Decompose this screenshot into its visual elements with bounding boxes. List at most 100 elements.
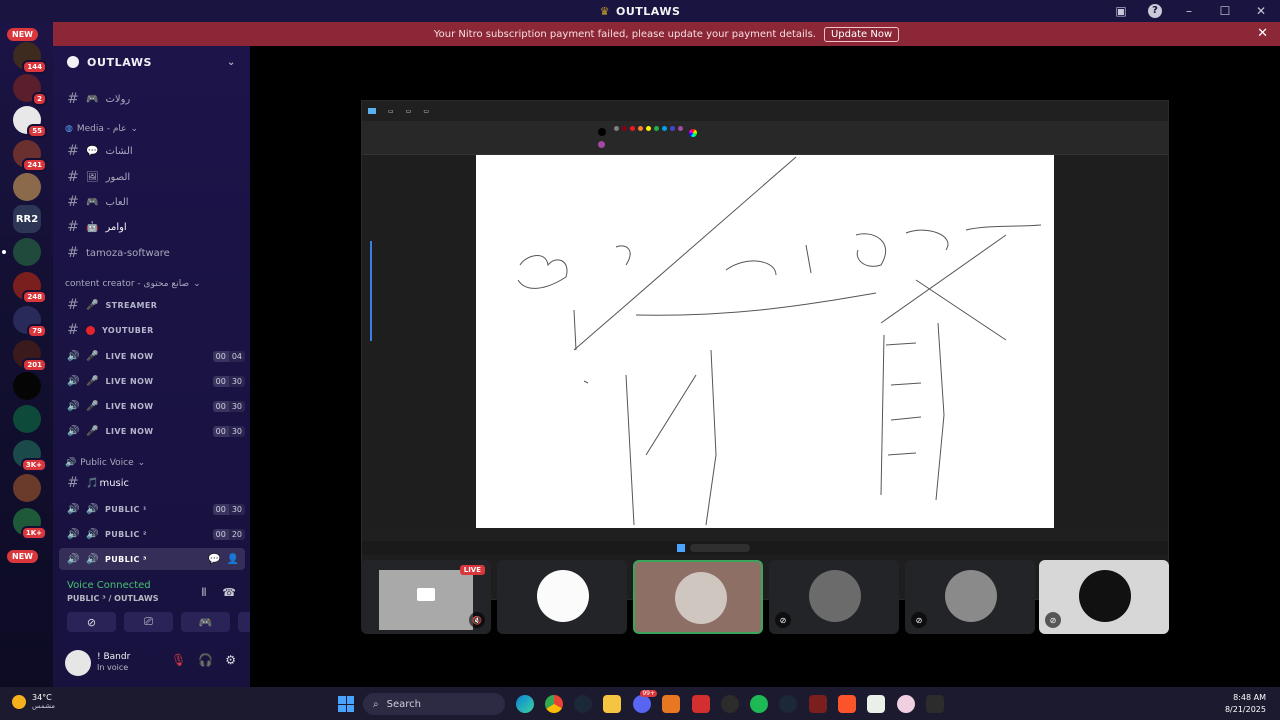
taskbar-search[interactable]: ⌕ Search bbox=[363, 693, 505, 715]
hashtag-icon: # bbox=[67, 91, 79, 107]
voice-channel-live-now[interactable]: 🔊 🎤 LIVE NOW 00 30 bbox=[59, 395, 245, 417]
help-icon[interactable]: ? bbox=[1148, 4, 1162, 18]
voice-channel-public-3[interactable]: 🔊 🔊 PUBLIC ³ 💬 👤 bbox=[59, 548, 245, 570]
spotify-icon[interactable] bbox=[750, 695, 768, 713]
category-public-voice[interactable]: 🔊 Public Voice ⌄ bbox=[65, 458, 145, 468]
channel-youtuber[interactable]: # YOUTUBER bbox=[59, 319, 245, 341]
app-icon[interactable] bbox=[926, 695, 944, 713]
disconnect-icon[interactable]: ☎ bbox=[222, 586, 236, 600]
invite-user-icon[interactable]: 👤 bbox=[227, 554, 239, 565]
channel-images[interactable]: # 🖼 الصور bbox=[59, 166, 245, 188]
brave-icon[interactable] bbox=[838, 695, 856, 713]
camera-off-button[interactable]: ⊘ bbox=[67, 612, 116, 632]
guild-icon[interactable]: 248 bbox=[13, 272, 47, 304]
channel-music[interactable]: # 🎵 music bbox=[59, 472, 245, 494]
app-icon[interactable] bbox=[692, 695, 710, 713]
activities-button[interactable]: 🎮 bbox=[181, 612, 230, 632]
app-icon[interactable] bbox=[897, 695, 915, 713]
channel-roles[interactable]: # 🎮 رولات bbox=[59, 88, 245, 110]
guild-icon[interactable]: 3K+ bbox=[13, 440, 47, 472]
banner-close-icon[interactable]: ✕ bbox=[1257, 26, 1268, 41]
update-now-button[interactable]: Update Now bbox=[823, 26, 900, 42]
color-swatch bbox=[678, 126, 683, 131]
gear-icon[interactable]: ⚙ bbox=[225, 653, 236, 667]
stream-muted-icon[interactable]: 🔇 bbox=[469, 612, 485, 628]
discord-icon[interactable]: 99+ bbox=[633, 690, 657, 713]
minimize-button[interactable]: – bbox=[1180, 4, 1198, 18]
headphones-icon[interactable]: 🎧 bbox=[198, 653, 213, 667]
steam-icon[interactable] bbox=[779, 695, 797, 713]
server-header[interactable]: OUTLAWS ⌄ bbox=[53, 46, 250, 78]
participant-tile[interactable] bbox=[497, 560, 627, 634]
user-limit-counter: 00 30 bbox=[212, 425, 245, 437]
mic-muted-icon: ⊘ bbox=[1045, 612, 1061, 628]
participant-tile[interactable]: ⊘ bbox=[769, 560, 899, 634]
shared-screen[interactable]: ▭ ▭ ▭ bbox=[361, 100, 1169, 600]
new-badge[interactable]: NEW bbox=[7, 550, 38, 563]
windows-start-icon[interactable] bbox=[338, 696, 354, 712]
avatar bbox=[1079, 570, 1131, 622]
voice-channel-live-now[interactable]: 🔊 🎤 LIVE NOW 00 30 bbox=[59, 420, 245, 442]
microphone-icon: 🎤 bbox=[86, 400, 99, 412]
guild-icon[interactable] bbox=[13, 238, 41, 266]
guild-icon[interactable]: 241 bbox=[13, 140, 47, 172]
guild-icon[interactable]: 201 bbox=[13, 340, 47, 372]
app-icon[interactable] bbox=[809, 695, 827, 713]
guild-icon[interactable]: 79 bbox=[13, 306, 47, 338]
chat-icon[interactable]: 💬 bbox=[208, 554, 220, 565]
app-icon[interactable] bbox=[721, 695, 739, 713]
file-explorer-icon[interactable] bbox=[603, 695, 621, 713]
voice-location[interactable]: PUBLIC ³ / OUTLAWS bbox=[67, 594, 158, 603]
username[interactable]: ! Bandr bbox=[97, 652, 130, 662]
mic-muted-icon[interactable]: 🎙 bbox=[171, 653, 186, 667]
share-screen-button[interactable]: ⎚ bbox=[124, 612, 173, 632]
close-window-button[interactable]: ✕ bbox=[1252, 4, 1270, 18]
channel-games[interactable]: # 🎮 العاب bbox=[59, 191, 245, 213]
avatar bbox=[945, 570, 997, 622]
weather-widget[interactable]: 34°C مشمس bbox=[12, 693, 55, 710]
guild-icon[interactable]: 144 bbox=[13, 42, 47, 74]
voice-connected-label[interactable]: Voice Connected bbox=[67, 580, 151, 591]
server-name: OUTLAWS bbox=[87, 55, 153, 69]
noise-suppression-icon[interactable]: ⦀ bbox=[201, 586, 206, 600]
steam-icon[interactable] bbox=[574, 695, 592, 713]
banner-message: Your Nitro subscription payment failed, … bbox=[433, 28, 816, 40]
guild-icon[interactable] bbox=[13, 372, 41, 400]
user-panel: ! Bandr In voice 🎙 🎧 ⚙ bbox=[53, 645, 250, 687]
inbox-icon[interactable]: ▣ bbox=[1112, 4, 1130, 18]
edge-icon[interactable] bbox=[516, 695, 534, 713]
system-clock[interactable]: 8:48 AM 8/21/2025 bbox=[1225, 692, 1266, 716]
channel-chat[interactable]: # 💬 الشات bbox=[59, 140, 245, 162]
channel-commands[interactable]: # 🤖 اوامر bbox=[59, 216, 245, 238]
voice-channel-live-now[interactable]: 🔊 🎤 LIVE NOW 00 30 bbox=[59, 370, 245, 392]
voice-channel-live-now[interactable]: 🔊 🎤 LIVE NOW 00 04 bbox=[59, 345, 245, 367]
channel-streamer[interactable]: # 🎤 STREAMER bbox=[59, 294, 245, 316]
guild-icon[interactable] bbox=[13, 173, 41, 201]
stream-preview bbox=[379, 570, 473, 630]
participant-tile[interactable]: ⊘ bbox=[1039, 560, 1169, 634]
voice-channel-public-2[interactable]: 🔊 🔊 PUBLIC ² 00 20 bbox=[59, 523, 245, 545]
search-icon: ⌕ bbox=[373, 698, 379, 710]
app-icon[interactable] bbox=[662, 695, 680, 713]
category-media[interactable]: ◍ Media - عام ⌄ bbox=[65, 124, 138, 134]
notepad-icon[interactable] bbox=[867, 695, 885, 713]
channel-tamoza-software[interactable]: # tamoza-software bbox=[59, 242, 245, 264]
guild-icon[interactable] bbox=[13, 474, 41, 502]
hashtag-icon: # bbox=[67, 143, 79, 159]
guild-icon[interactable]: 1K+ bbox=[13, 508, 47, 540]
maximize-button[interactable]: ☐ bbox=[1216, 4, 1234, 18]
guild-icon[interactable] bbox=[13, 405, 41, 433]
avatar[interactable] bbox=[65, 650, 91, 676]
participant-tile-speaking[interactable] bbox=[633, 560, 763, 634]
new-badge[interactable]: NEW bbox=[7, 28, 38, 41]
guild-icon[interactable]: 55 bbox=[13, 106, 47, 138]
guild-rr2[interactable]: RR2 bbox=[13, 205, 41, 233]
paint-menu-item: ▭ bbox=[423, 107, 430, 115]
chrome-icon[interactable] bbox=[545, 695, 563, 713]
category-content-creator[interactable]: content creator - صانع محتوى ⌄ bbox=[65, 279, 201, 289]
guild-icon[interactable]: 2 bbox=[13, 74, 47, 106]
voice-channel-public-1[interactable]: 🔊 🔊 PUBLIC ¹ 00 30 bbox=[59, 498, 245, 520]
participant-tile[interactable]: ⊘ bbox=[905, 560, 1035, 634]
stream-tile[interactable]: LIVE 🔇 bbox=[361, 560, 491, 634]
red-circle-icon bbox=[86, 325, 95, 335]
